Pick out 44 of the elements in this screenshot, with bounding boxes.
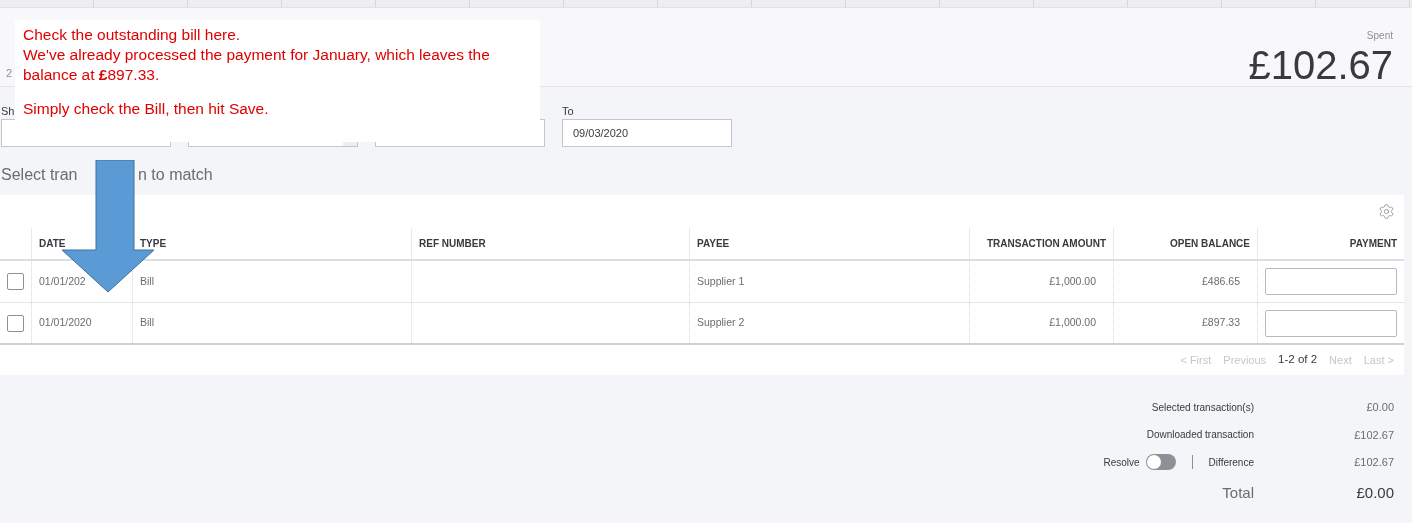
row-checkbox[interactable] — [7, 314, 24, 332]
table-cell: Bill — [140, 315, 154, 331]
table-cell-text: £1,000.00 — [1049, 273, 1096, 289]
table-cell-text: £486.65 — [1202, 273, 1240, 289]
resolve-label: Resolve — [1103, 455, 1140, 470]
filter-label: To — [562, 104, 574, 119]
table-cell: Supplier 2 — [697, 315, 745, 331]
page-subtitle: 2 — [6, 66, 13, 80]
filter-label: Sh — [1, 104, 15, 119]
page-count: 1-2 of 2 — [1278, 352, 1318, 368]
filter-field[interactable]: 09/03/2020 — [562, 119, 732, 147]
resolve-toggle[interactable] — [1145, 454, 1176, 471]
column-header: DATE — [39, 237, 66, 251]
summary-label: Selected transaction(s) — [1151, 400, 1254, 415]
column-header: TYPE — [140, 237, 167, 251]
section-heading: Select tran — [1, 166, 78, 183]
summary-value: £102.67 — [1353, 455, 1394, 470]
column-header: TRANSACTION AMOUNT — [986, 237, 1106, 251]
section-heading: n to match — [138, 166, 213, 183]
summary-label: Difference — [1208, 455, 1254, 470]
summary-value: £102.67 — [1353, 427, 1394, 443]
callout-text: We've already processed the payment for January, which leaves the balance at £897.33. — [23, 45, 491, 85]
table-cell: 01/01/2020 — [39, 315, 92, 331]
row-checkbox[interactable] — [7, 273, 24, 290]
column-header: REF NUMBER — [419, 237, 486, 251]
total-value: £0.00 — [1355, 482, 1394, 503]
summary-value: £0.00 — [1365, 400, 1394, 415]
spent-amount: £102.67 — [1248, 43, 1393, 87]
payment-field[interactable] — [1265, 309, 1397, 337]
table-cell-text: 01/01/202 — [39, 273, 86, 289]
column-header: OPEN BALANCE — [1170, 237, 1250, 251]
summary-label: Downloaded transaction — [1146, 428, 1254, 443]
table-cell-text: Supplier 1 — [697, 273, 745, 289]
total-label: Total — [1222, 482, 1254, 503]
settings-icon[interactable] — [1378, 203, 1395, 220]
spent-label: Spent — [1366, 29, 1393, 43]
table-cell: £1,000.00 — [1049, 315, 1096, 331]
callout-text: Simply check the Bill, then hit Save. — [23, 99, 269, 119]
callout-text: Check the outstanding bill here. — [23, 25, 241, 45]
column-header: PAYMENT — [1349, 237, 1397, 251]
payment-field[interactable] — [1265, 268, 1397, 295]
table-cell: £897.33 — [1202, 315, 1240, 331]
column-header: PAYEE — [697, 237, 730, 251]
table-cell-text: Bill — [140, 273, 154, 289]
